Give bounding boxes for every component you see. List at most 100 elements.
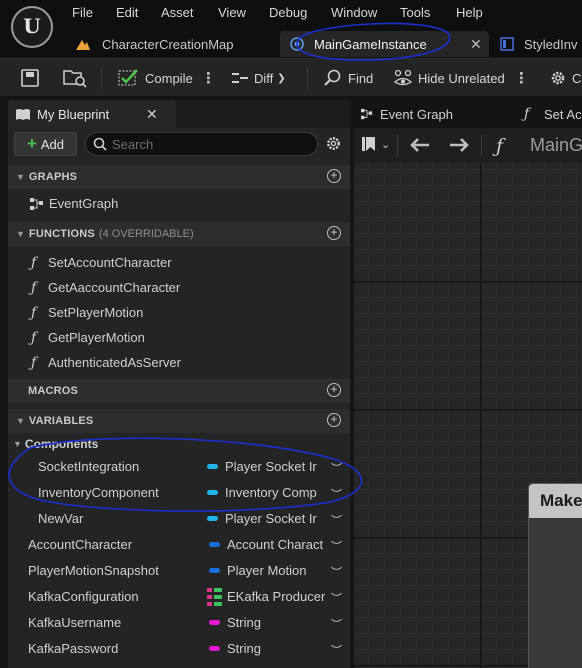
chevron-down-icon: ⌄: [381, 138, 391, 151]
close-tab-icon[interactable]: ✕: [470, 36, 482, 53]
class-settings-button[interactable]: C: [549, 59, 581, 97]
search-box[interactable]: [85, 132, 318, 156]
type-pill-icon: [209, 568, 220, 573]
variable-item[interactable]: KafkaUsername String ︶: [8, 610, 350, 635]
tab-charactercreationmap[interactable]: CharacterCreationMap: [76, 31, 276, 57]
list-item-eventgraph[interactable]: EventGraph: [8, 191, 350, 216]
add-label: Add: [40, 136, 65, 152]
save-button[interactable]: [21, 59, 39, 97]
graph-icon: [361, 108, 373, 120]
function-item[interactable]: ƒ GetPlayerMotion: [8, 325, 350, 350]
type-label: String: [227, 615, 261, 630]
type-label: Player Socket Ir: [225, 511, 317, 526]
function-item[interactable]: ƒ SetAccountCharacter: [8, 250, 350, 275]
function-icon: ƒ: [31, 304, 37, 321]
function-icon: ƒ: [31, 354, 37, 371]
compile-options-icon[interactable]: ⋮: [201, 59, 216, 97]
variable-type[interactable]: String: [209, 615, 327, 630]
variable-name: NewVar: [38, 511, 84, 526]
category-components[interactable]: ▼ Components: [8, 433, 350, 455]
eye-closed-icon[interactable]: ︶: [331, 590, 342, 606]
function-item[interactable]: ƒ AuthenticatedAsServer: [8, 350, 350, 375]
menu-help[interactable]: Help: [456, 4, 483, 22]
function-item[interactable]: ƒ SetPlayerMotion: [8, 300, 350, 325]
list-item-label: EventGraph: [49, 196, 119, 211]
tab-label: Event Graph: [380, 106, 453, 122]
function-name: SetPlayerMotion: [48, 305, 144, 320]
collapse-arrow-icon: ▼: [16, 416, 25, 426]
eye-closed-icon[interactable]: ︶: [331, 460, 342, 476]
variable-item[interactable]: PlayerMotionSnapshot Player Motion ︶: [8, 558, 350, 583]
section-variables[interactable]: ▼ VARIABLES +: [8, 409, 350, 433]
compile-button[interactable]: Compile: [118, 59, 193, 97]
add-graph-icon[interactable]: +: [327, 169, 341, 183]
eye-closed-icon[interactable]: ︶: [331, 512, 342, 528]
back-arrow-icon[interactable]: [410, 138, 430, 152]
function-name: GetAaccountCharacter: [48, 280, 181, 295]
type-pill-icon: [207, 516, 218, 521]
variable-item[interactable]: NewVar Player Socket Ir ︶: [8, 506, 350, 531]
variable-name: PlayerMotionSnapshot: [28, 563, 159, 578]
type-pill-icon: [207, 490, 218, 495]
variable-type[interactable]: EKafka Producer: [207, 587, 325, 606]
variable-type[interactable]: String: [209, 641, 327, 656]
tab-event-graph[interactable]: Event Graph: [360, 100, 453, 128]
hide-unrelated-options-icon[interactable]: ⋮: [514, 59, 529, 97]
add-function-icon[interactable]: +: [327, 226, 341, 240]
tab-maingameinstance[interactable]: MainGameInstance ✕: [280, 31, 489, 57]
variable-item[interactable]: KafkaPassword String ︶: [8, 636, 350, 661]
variable-type[interactable]: Account Charact: [209, 537, 327, 552]
variable-type[interactable]: Player Socket Ir: [207, 511, 325, 526]
tab-set-account[interactable]: ƒ Set Acc: [524, 100, 582, 128]
eye-closed-icon[interactable]: ︶: [331, 486, 342, 502]
menu-window[interactable]: Window: [331, 4, 377, 22]
unreal-logo-icon[interactable]: U: [11, 6, 53, 48]
diff-label: Diff: [254, 70, 274, 86]
section-macros[interactable]: MACROS +: [8, 379, 350, 403]
type-label: EKafka Producer: [227, 589, 325, 604]
bookmark-button[interactable]: ⌄: [362, 136, 390, 152]
function-item[interactable]: ƒ GetAaccountCharacter: [8, 275, 350, 300]
tab-my-blueprint[interactable]: My Blueprint ✕: [8, 100, 176, 128]
close-panel-icon[interactable]: ✕: [146, 106, 158, 123]
search-input[interactable]: [112, 135, 312, 153]
variable-item[interactable]: KafkaConfiguration EKafka Producer ︶: [8, 584, 350, 609]
eye-closed-icon[interactable]: ︶: [331, 564, 342, 580]
section-title: MACROS: [28, 385, 79, 397]
type-label: String: [227, 641, 261, 656]
variable-type[interactable]: Inventory Comp: [207, 485, 325, 500]
add-button[interactable]: + Add: [14, 132, 77, 156]
menu-asset[interactable]: Asset: [161, 4, 194, 22]
diff-button[interactable]: Diff ❯: [231, 59, 286, 97]
hide-unrelated-button[interactable]: Hide Unrelated: [393, 59, 505, 97]
browse-button[interactable]: [63, 59, 87, 97]
eye-closed-icon[interactable]: ︶: [331, 538, 342, 554]
section-title: VARIABLES: [28, 415, 94, 427]
add-macro-icon[interactable]: +: [327, 383, 341, 397]
variable-item[interactable]: SocketIntegration Player Socket Ir ︶: [8, 454, 350, 479]
menu-debug[interactable]: Debug: [269, 4, 307, 22]
menu-edit[interactable]: Edit: [116, 4, 138, 22]
graph-breadcrumb: MainG: [530, 135, 582, 155]
variable-item[interactable]: InventoryComponent Inventory Comp ︶: [8, 480, 350, 505]
menu-tools[interactable]: Tools: [400, 4, 430, 22]
forward-arrow-icon[interactable]: [449, 138, 469, 152]
add-variable-icon[interactable]: +: [327, 413, 341, 427]
gear-icon: [551, 71, 565, 85]
variable-type[interactable]: Player Motion: [209, 563, 327, 578]
section-functions[interactable]: ▼ FUNCTIONS (4 OVERRIDABLE) +: [8, 222, 350, 246]
graph-node[interactable]: Make: [528, 483, 582, 668]
node-title: Make: [529, 484, 582, 518]
tab-label: MainGameInstance: [314, 36, 427, 52]
variable-type[interactable]: Player Socket Ir: [207, 459, 325, 474]
variable-item[interactable]: AccountCharacter Account Charact ︶: [8, 532, 350, 557]
menu-view[interactable]: View: [218, 4, 246, 22]
menu-file[interactable]: File: [72, 4, 93, 22]
eye-closed-icon[interactable]: ︶: [331, 616, 342, 632]
section-graphs[interactable]: ▼ GRAPHS +: [8, 165, 350, 189]
eye-closed-icon[interactable]: ︶: [331, 642, 342, 658]
search-icon: [93, 137, 107, 151]
tab-styledinv[interactable]: StyledInv: [500, 31, 582, 57]
settings-gear-icon[interactable]: [325, 135, 342, 152]
find-button[interactable]: Find: [324, 59, 373, 97]
